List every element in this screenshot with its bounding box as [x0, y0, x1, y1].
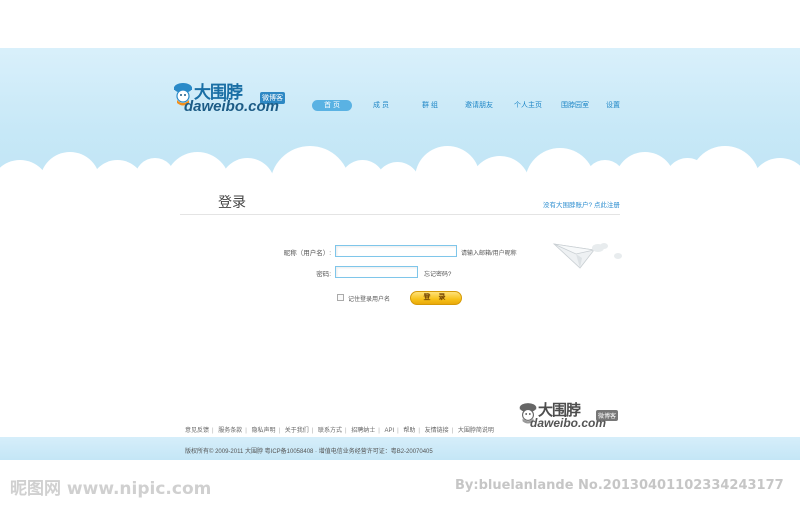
- nav-item-groups[interactable]: 群 组: [422, 100, 438, 110]
- footer-link-jobs[interactable]: 招聘纳士: [351, 428, 375, 434]
- password-input[interactable]: [335, 266, 418, 278]
- footer-links: 意见反馈 | 服务条款 | 隐私声明 | 关于我们 | 联系方式 | 招聘纳士 | API |…: [185, 428, 494, 434]
- footer-logo[interactable]: 大围脖 微博客 daweibo.com: [518, 399, 618, 433]
- nav-item-invite-friends[interactable]: 邀请朋友: [465, 100, 493, 110]
- footer-link-contact[interactable]: 联系方式: [318, 428, 342, 434]
- copyright-text: 版权所有© 2009-2011 大围脖 粤ICP备10058408 · 增值电信…: [185, 449, 433, 455]
- login-button[interactable]: 登 录: [410, 291, 462, 305]
- username-label: 昵称（用户名）:: [283, 250, 331, 257]
- nav-item-members[interactable]: 成 员: [373, 100, 389, 110]
- footer-link-privacy[interactable]: 隐私声明: [252, 428, 276, 434]
- remember-checkbox[interactable]: [337, 294, 344, 301]
- remember-label: 记住登录用户名: [348, 297, 391, 303]
- site-logo[interactable]: 大围脖 微博客 daweibo.com: [172, 78, 287, 118]
- footer-link-about[interactable]: 关于我们: [285, 428, 309, 434]
- username-input[interactable]: [335, 245, 457, 257]
- username-hint: 请输入邮箱/用户昵称: [461, 251, 517, 257]
- page-title: 登录: [218, 194, 246, 210]
- password-label: 密码:: [316, 271, 331, 278]
- watermark-right: By:bluelanlande No.20130401102334243177: [455, 478, 784, 493]
- watermark-left: 昵图网 www.nipic.com: [10, 479, 212, 499]
- page: 大围脖 微博客 daweibo.com 首 页 成 员 群 组 邀请朋友 个人主…: [0, 0, 800, 505]
- footer-link-help[interactable]: 帮助: [403, 428, 415, 434]
- nav-item-settings[interactable]: 设置: [606, 100, 620, 110]
- footer-link-feedback[interactable]: 意见反馈: [185, 428, 209, 434]
- footer-logo-text-en: daweibo.com: [530, 416, 607, 430]
- paper-plane-icon: [552, 243, 622, 269]
- nav-item-profile[interactable]: 个人主页: [514, 100, 542, 110]
- nav-item-rooms[interactable]: 围脖园室: [561, 100, 589, 110]
- footer-link-intro[interactable]: 大围脖简说明: [458, 428, 494, 434]
- title-divider: [180, 214, 620, 215]
- footer-link-terms[interactable]: 服务条款: [218, 428, 242, 434]
- top-band: [0, 0, 800, 48]
- footer-link-api[interactable]: API: [385, 428, 395, 434]
- nav-item-home[interactable]: 首 页: [312, 100, 352, 111]
- footer-link-friends[interactable]: 友情链接: [425, 428, 449, 434]
- register-link[interactable]: 没有大围脖账户? 点此注册: [543, 199, 620, 209]
- forgot-password-link[interactable]: 忘记密码?: [424, 269, 451, 278]
- header-banner: [0, 48, 800, 198]
- logo-text-en: daweibo.com: [184, 98, 280, 115]
